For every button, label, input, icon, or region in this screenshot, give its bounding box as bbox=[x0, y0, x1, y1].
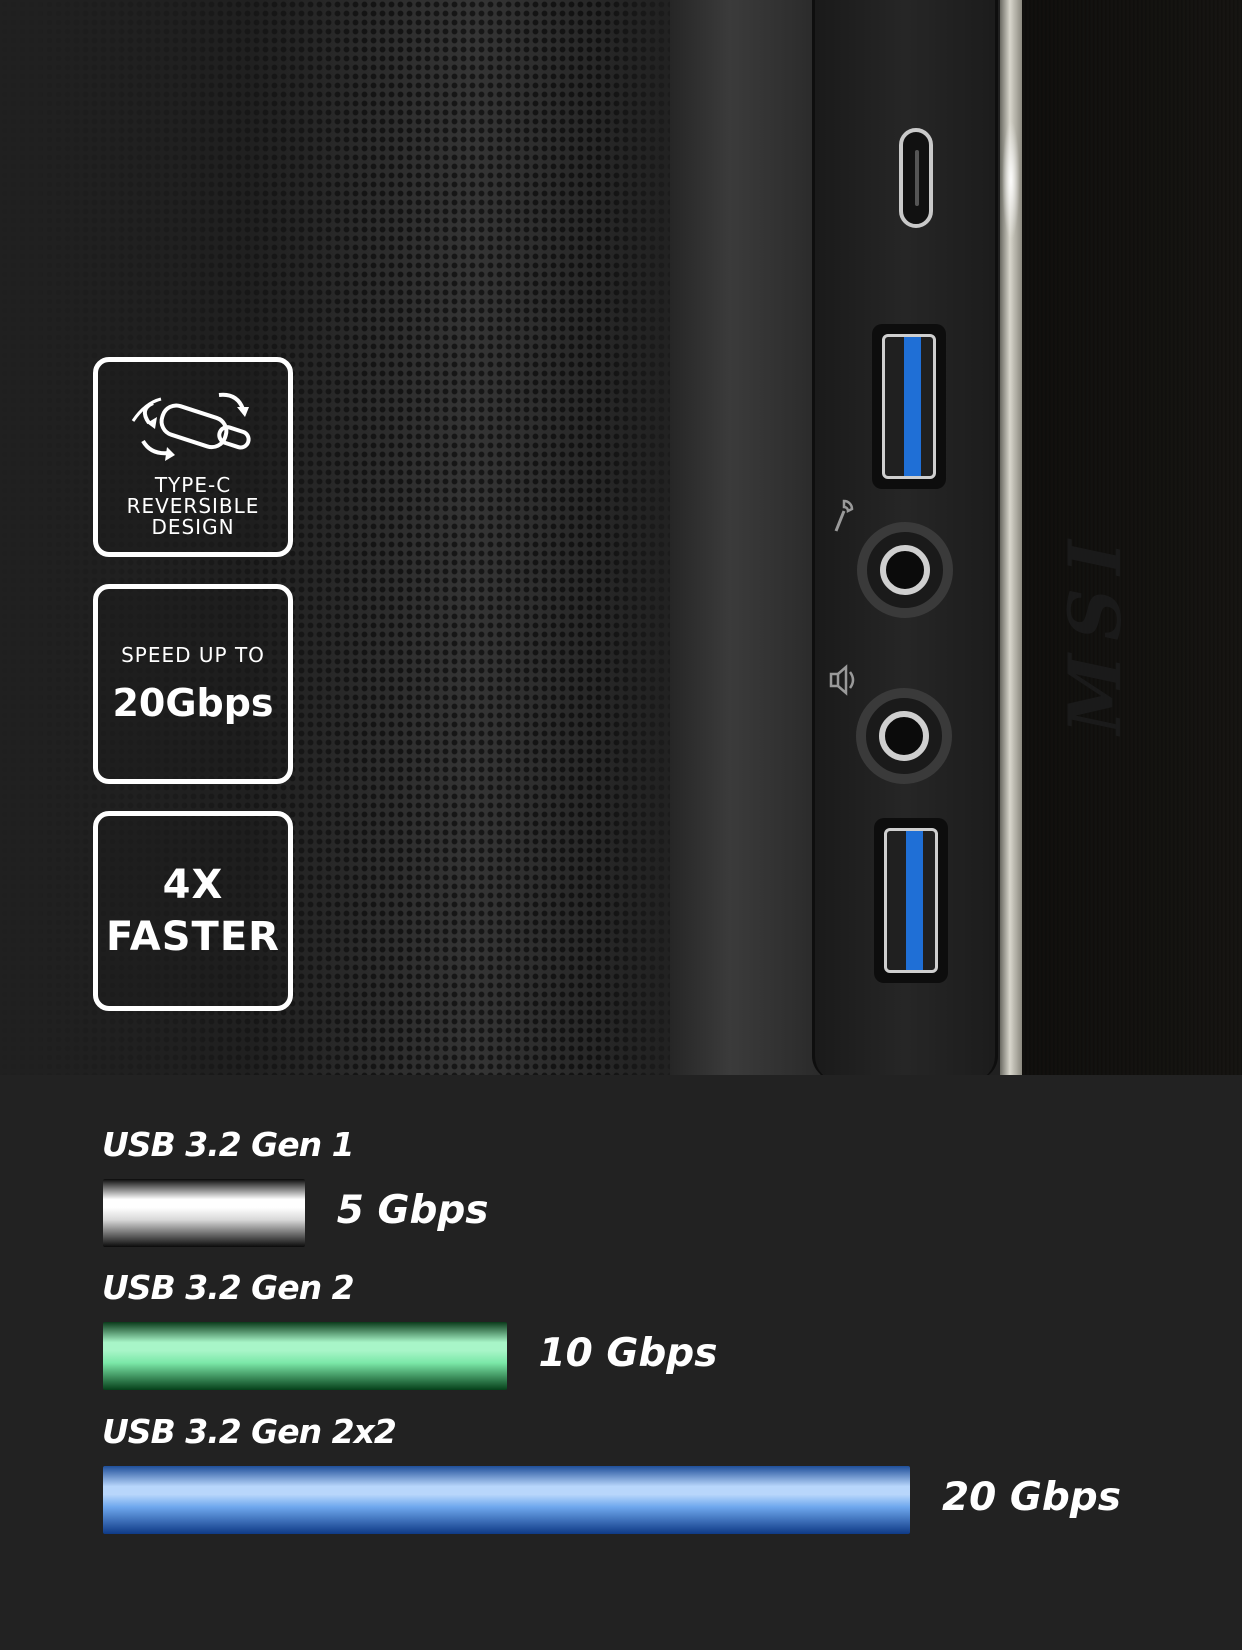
category-label: USB 3.2 Gen 2x2 bbox=[102, 1412, 397, 1451]
usb-a-port-top bbox=[872, 324, 946, 489]
badge-reversible-design: TYPE-C REVERSIBLE DESIGN bbox=[93, 357, 293, 557]
usb-a-port-bottom bbox=[874, 818, 948, 983]
badge-faster-line1: 4X bbox=[162, 862, 224, 908]
category-label: USB 3.2 Gen 1 bbox=[102, 1125, 355, 1164]
headphone-jack bbox=[856, 688, 952, 784]
badge-faster: 4X FASTER bbox=[93, 811, 293, 1011]
brand-logo: MSI bbox=[1050, 390, 1140, 870]
usb-speed-chart: USB 3.2 Gen 1 5 Gbps USB 3.2 Gen 2 10 Gbps U… bbox=[0, 1075, 1242, 1650]
badge-reversible-line3: DESIGN bbox=[151, 514, 235, 539]
value-label: 20 Gbps bbox=[942, 1475, 1121, 1520]
brand-logo-text: MSI bbox=[1052, 517, 1138, 743]
reversible-cable-icon bbox=[131, 392, 251, 461]
value-label: 5 Gbps bbox=[336, 1188, 489, 1233]
value-label: 10 Gbps bbox=[538, 1331, 718, 1376]
speed-bar bbox=[103, 1466, 910, 1534]
light-glint bbox=[1002, 120, 1020, 240]
badge-faster-line2: FASTER bbox=[106, 914, 280, 960]
case-frame bbox=[670, 0, 820, 1075]
badge-reversible-line2: REVERSIBLE bbox=[126, 493, 260, 518]
usb-type-c-port bbox=[899, 128, 933, 228]
speed-bar bbox=[103, 1322, 507, 1390]
category-label: USB 3.2 Gen 2 bbox=[102, 1268, 355, 1307]
speed-bar bbox=[103, 1179, 305, 1247]
badge-reversible-line1: TYPE-C bbox=[154, 472, 232, 497]
badge-speed-value: 20Gbps bbox=[112, 681, 274, 725]
headphone-icon bbox=[829, 664, 855, 696]
badge-speed-caption: SPEED UP TO bbox=[121, 643, 265, 667]
microphone-icon bbox=[834, 499, 854, 532]
microphone-jack bbox=[857, 522, 953, 618]
badge-speed: SPEED UP TO 20Gbps bbox=[93, 584, 293, 784]
